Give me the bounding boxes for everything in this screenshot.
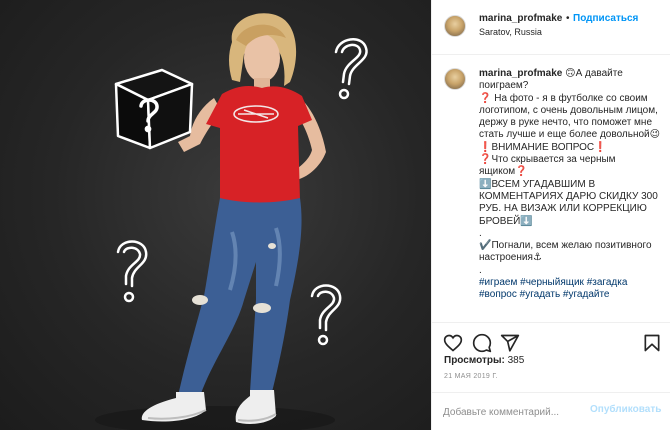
- follow-button[interactable]: Подписаться: [573, 13, 638, 24]
- caption-avatar[interactable]: [444, 68, 466, 90]
- caption-text: marina_profmake 🙃А давайте поиграем? ❓ Н…: [479, 68, 661, 302]
- bookmark-icon[interactable]: [642, 333, 662, 353]
- avatar[interactable]: [444, 15, 466, 37]
- views-label: Просмотры:: [444, 355, 505, 366]
- views-value: 385: [507, 355, 525, 366]
- post-date[interactable]: 21 МАЯ 2019 Г.: [444, 373, 498, 380]
- question-mark-icon: [334, 38, 368, 100]
- views-count: Просмотры: 385: [444, 355, 524, 366]
- post-photo[interactable]: [0, 0, 431, 430]
- location-link[interactable]: Saratov, Russia: [479, 27, 542, 37]
- caption-username[interactable]: marina_profmake: [479, 68, 562, 79]
- caption-hashtags[interactable]: #играем #черныйящик #загадка #вопрос #уг…: [479, 277, 630, 300]
- heart-icon[interactable]: [443, 333, 463, 353]
- add-comment-bar: Опубликовать: [432, 392, 670, 430]
- separator-dot: •: [566, 13, 570, 24]
- post-sidebar: marina_profmake • Подписаться Saratov, R…: [431, 0, 670, 430]
- question-mark-icon: [116, 240, 148, 303]
- username-link[interactable]: marina_profmake: [479, 13, 562, 24]
- question-mark-icon: [310, 284, 342, 346]
- post-header: marina_profmake • Подписаться Saratov, R…: [432, 0, 670, 55]
- photo-illustration: [95, 13, 368, 430]
- paper-plane-icon[interactable]: [500, 333, 520, 353]
- caption-body: 🙃А давайте поиграем? ❓ На фото - я в фут…: [479, 68, 661, 276]
- publish-button[interactable]: Опубликовать: [590, 404, 661, 415]
- comment-input[interactable]: [443, 404, 593, 420]
- mystery-box: [114, 68, 194, 150]
- caption-scroll-area[interactable]: marina_profmake 🙃А давайте поиграем? ❓ Н…: [432, 56, 670, 322]
- comment-bubble-icon[interactable]: [472, 333, 492, 353]
